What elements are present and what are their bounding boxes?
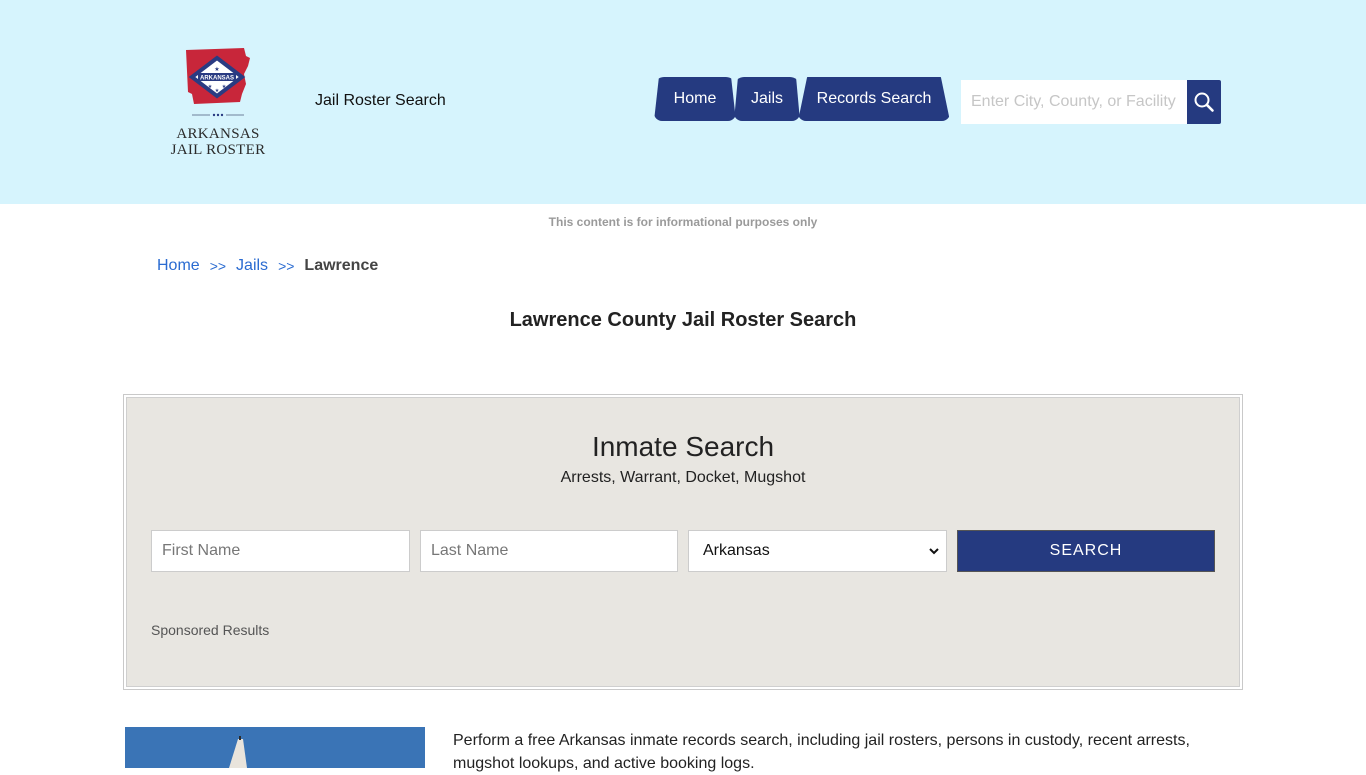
breadcrumb: Home >> Jails >> Lawrence [157,257,378,275]
nav-tab-label: Home [673,90,717,107]
nav-tab-home[interactable]: Home [654,77,736,121]
logo-line-1: ARKANSAS [176,126,260,142]
nav-tab-jails[interactable]: Jails [734,77,800,121]
first-name-input[interactable] [151,530,410,572]
breadcrumb-home[interactable]: Home [157,257,200,275]
state-select-value: Arkansas [703,542,770,559]
inmate-search-title: Inmate Search [591,431,775,462]
logo-line-2: JAIL ROSTER [170,142,266,158]
facility-search-input[interactable] [961,80,1187,124]
nav-tab-records-search[interactable]: Records Search [798,77,950,121]
county-photo [125,727,425,768]
disclaimer-text: This content is for informational purpos… [548,215,818,229]
breadcrumb-jails[interactable]: Jails [236,257,268,275]
breadcrumb-current: Lawrence [304,257,379,274]
svg-text:★: ★ [215,88,220,94]
intro-paragraph: Perform a free Arkansas inmate records s… [453,732,1190,772]
inmate-search-panel: Inmate Search Arrests, Warrant, Docket, … [123,394,1243,690]
site-header: ARKANSAS ★ ★ ★ ★ ARKANSAS JAIL ROSTER Ja… [0,0,1366,204]
nav-tab-label: Jails [750,90,783,107]
inmate-search-subtitle: Arrests, Warrant, Docket, Mugshot [560,469,806,486]
header-search-button[interactable] [1187,80,1221,124]
state-select[interactable]: Arkansas [688,530,947,572]
site-tagline: Jail Roster Search [315,92,446,109]
search-icon [1194,92,1214,112]
main-nav: Home Jails Records Search [654,77,950,121]
sponsored-results-label: Sponsored Results [151,622,270,638]
svg-text:★: ★ [208,84,213,90]
inmate-search-button[interactable]: SEARCH [957,530,1215,572]
logo-text: ARKANSAS JAIL ROSTER [170,126,266,158]
svg-text:★: ★ [222,84,227,90]
page-title: Lawrence County Jail Roster Search [509,309,857,331]
arkansas-flag-icon: ARKANSAS ★ ★ ★ ★ [186,48,250,117]
svg-text:★: ★ [214,66,219,73]
site-logo[interactable]: ARKANSAS ★ ★ ★ ★ ARKANSAS JAIL ROSTER [170,44,266,162]
chevron-down-icon [929,548,939,555]
sailboat-image-icon [125,727,425,768]
breadcrumb-separator: >> [278,258,295,274]
header-search [961,80,1221,124]
nav-tab-label: Records Search [816,90,932,107]
logo-badge-text: ARKANSAS [200,76,234,82]
breadcrumb-separator: >> [209,258,227,274]
last-name-input[interactable] [420,530,678,572]
